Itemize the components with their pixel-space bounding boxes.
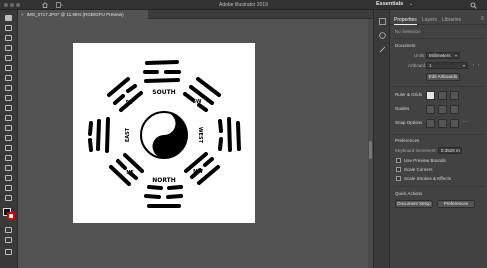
sw-label: SW: [192, 99, 202, 105]
rotate-tool[interactable]: [4, 124, 13, 132]
snap-to-pixel-button[interactable]: [438, 119, 447, 128]
color-icon[interactable]: [379, 32, 386, 39]
line-tool[interactable]: [4, 74, 13, 82]
width-tool[interactable]: [4, 144, 13, 152]
zoom-tool[interactable]: [4, 194, 13, 202]
keyboard-increment-label: Keyboard Increment:: [395, 148, 437, 153]
smart-guides-button[interactable]: [450, 105, 459, 114]
divider: [393, 186, 484, 187]
panel-tabs: Properties Layers Libraries ≡: [390, 15, 487, 25]
search-icon[interactable]: [470, 2, 477, 9]
ne-label: NE: [126, 170, 134, 176]
show-guides-button[interactable]: [426, 105, 435, 114]
collapsed-panels-strip: [373, 10, 390, 268]
scale-corners-checkbox[interactable]: [396, 167, 401, 172]
tab-properties[interactable]: Properties: [394, 17, 417, 25]
eyedropper-tool[interactable]: [4, 174, 13, 182]
type-tool[interactable]: [4, 64, 13, 72]
document-setup-button[interactable]: Document Setup: [395, 200, 433, 208]
document-setup-label: Document Setup: [397, 201, 431, 206]
paintbrush-tool[interactable]: [4, 94, 13, 102]
scale-tool[interactable]: [4, 134, 13, 142]
canvas[interactable]: SOUTH NORTH EAST WEST SE SW NE NW: [18, 19, 373, 268]
snap-to-point-button[interactable]: [426, 119, 435, 128]
chevron-down-icon: ▾: [454, 53, 457, 58]
keyboard-increment-field[interactable]: 0.3528 m: [438, 147, 462, 154]
scale-strokes-label: Scale Strokes & Effects: [404, 176, 451, 181]
tab-layers[interactable]: Layers: [422, 17, 437, 23]
artboard-select[interactable]: 1 ▾: [426, 62, 468, 69]
chevron-down-icon[interactable]: ⌄: [409, 1, 413, 7]
document-tab[interactable]: × IMG_0717.JPG* @ 11.95% (RGB/GPU Preview…: [18, 10, 148, 19]
tools-panel: [0, 10, 18, 268]
more-options-icon[interactable]: ···: [463, 119, 468, 125]
artboard[interactable]: SOUTH NORTH EAST WEST SE SW NE NW: [73, 43, 255, 223]
scale-strokes-checkbox[interactable]: [396, 176, 401, 181]
document-tab-label: IMG_0717.JPG* @ 11.95% (RGB/GPU Preview): [26, 12, 124, 17]
edit-toolbar-button[interactable]: [4, 248, 13, 256]
scale-corners-label: Scale Corners: [404, 167, 433, 172]
document-tab-bar: × IMG_0717.JPG* @ 11.95% (RGB/GPU Preview…: [18, 10, 373, 19]
south-label: SOUTH: [152, 89, 175, 96]
artboard-prev-icon[interactable]: ‹: [473, 62, 475, 67]
units-select[interactable]: Millimeters ▾: [426, 52, 460, 59]
edit-artboards-button[interactable]: Edit Artboards: [426, 73, 460, 81]
bagua-yin-yang-artwork: SOUTH NORTH EAST WEST SE SW NE NW: [88, 60, 241, 208]
preferences-section-title: Preferences: [395, 138, 420, 143]
no-selection-label: No Selection: [395, 29, 421, 34]
libraries-icon[interactable]: [379, 18, 386, 25]
units-value: Millimeters: [429, 53, 451, 58]
artboard-next-icon[interactable]: ›: [478, 62, 480, 67]
ruler-grids-title: Ruler & Grids: [395, 92, 423, 97]
curvature-tool[interactable]: [4, 54, 13, 62]
screen-mode-button[interactable]: [4, 236, 13, 244]
divider: [393, 38, 484, 39]
use-preview-bounds-label: Use Preview Bounds: [404, 158, 446, 163]
direct-selection-tool[interactable]: [4, 24, 13, 32]
divider: [393, 134, 484, 135]
pencil-tool[interactable]: [4, 104, 13, 112]
quick-actions-title: Quick Actions: [395, 191, 423, 196]
properties-panel: Properties Layers Libraries ≡ No Selecti…: [390, 10, 487, 268]
artboard-value: 1: [429, 63, 432, 68]
east-label: EAST: [125, 127, 131, 142]
pen-tool[interactable]: [4, 44, 13, 52]
magic-wand-tool[interactable]: [4, 34, 13, 42]
eraser-tool[interactable]: [4, 114, 13, 122]
nw-label: NW: [193, 169, 203, 175]
transparency-grid-button[interactable]: [450, 91, 459, 100]
title-bar: Adobe Illustrator 2019 Essentials ⌄: [0, 0, 487, 10]
hand-tool[interactable]: [4, 184, 13, 192]
drawing-mode-button[interactable]: [4, 226, 13, 234]
rectangle-tool[interactable]: [4, 84, 13, 92]
panel-menu-icon[interactable]: ≡: [480, 16, 484, 22]
snap-to-grid-button[interactable]: [450, 119, 459, 128]
show-grid-button[interactable]: [438, 91, 447, 100]
shape-builder-tool[interactable]: [4, 164, 13, 172]
yin-yang-symbol: [140, 111, 188, 159]
west-label: WEST: [197, 127, 203, 144]
free-transform-tool[interactable]: [4, 154, 13, 162]
brushes-icon[interactable]: [379, 46, 386, 53]
units-label: Units:: [414, 53, 426, 58]
se-label: SE: [125, 100, 133, 106]
workspace-switcher[interactable]: Essentials: [376, 1, 403, 7]
close-tab-icon[interactable]: ×: [21, 12, 24, 17]
stroke-swatch[interactable]: [7, 212, 15, 220]
divider: [393, 86, 484, 87]
selection-tool[interactable]: [4, 14, 13, 22]
show-rulers-button[interactable]: [426, 91, 435, 100]
guides-title: Guides: [395, 106, 410, 111]
lock-guides-button[interactable]: [438, 105, 447, 114]
north-label: NORTH: [152, 177, 176, 184]
chevron-down-icon: ▾: [462, 63, 465, 68]
app-title: Adobe Illustrator 2019: [219, 2, 268, 8]
preferences-button[interactable]: Preferences: [437, 200, 475, 208]
artboard-label: Artboard:: [408, 63, 427, 68]
tab-libraries[interactable]: Libraries: [442, 17, 461, 23]
document-section-title: Document: [395, 43, 416, 48]
snap-options-title: Snap Options: [395, 120, 423, 125]
scrollbar-thumb[interactable]: [369, 141, 372, 159]
use-preview-bounds-checkbox[interactable]: [396, 158, 401, 163]
